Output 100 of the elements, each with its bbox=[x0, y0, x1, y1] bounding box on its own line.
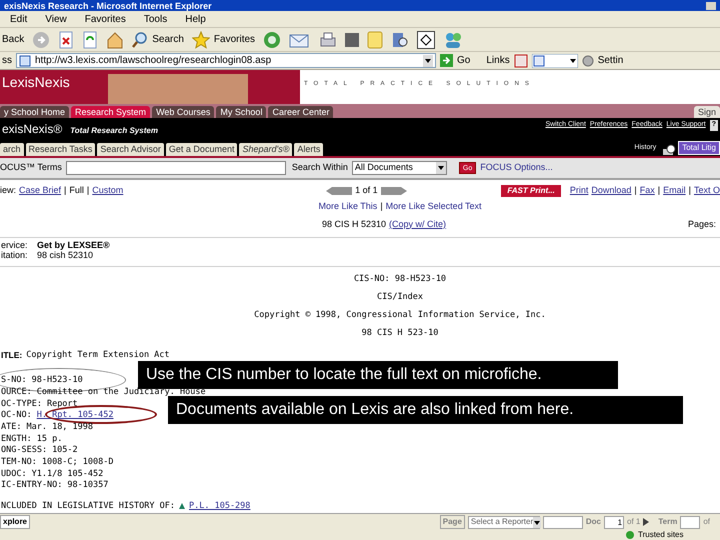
field-label: OC-TYPE: bbox=[1, 398, 42, 410]
menu-item[interactable]: Help bbox=[185, 12, 206, 26]
field-label: itation: bbox=[1, 250, 29, 260]
field-value: 98 cish 52310 bbox=[37, 250, 94, 260]
back-button[interactable]: Back bbox=[2, 32, 24, 47]
action-link[interactable]: Email bbox=[663, 184, 686, 198]
field-value: Y1.1/8 105-452 bbox=[32, 468, 104, 480]
previous-arrow-icon[interactable] bbox=[326, 187, 352, 195]
select-value: Select a Reporter bbox=[470, 516, 534, 528]
title-label: ITLE: bbox=[1, 349, 22, 362]
go-arrow-icon bbox=[440, 54, 453, 67]
research-tab[interactable]: Search Advisor bbox=[97, 143, 164, 156]
callout-text: Use the CIS number to locate the full text on microfiche. bbox=[138, 361, 618, 389]
stop-icon[interactable] bbox=[58, 30, 74, 48]
reporter-select[interactable]: Select a Reporter bbox=[468, 516, 540, 528]
window-title: exisNexis Research - Microsoft Internet Explorer bbox=[4, 0, 212, 10]
sign-tab[interactable]: Sign bbox=[694, 106, 720, 118]
nav-tab[interactable]: My School bbox=[216, 106, 266, 118]
research-tab[interactable]: arch bbox=[0, 143, 24, 156]
term-count-text: of bbox=[703, 516, 711, 528]
research-tab[interactable]: Alerts bbox=[294, 143, 324, 156]
action-link[interactable]: Fax bbox=[640, 184, 655, 198]
document-header-text: 98 CIS H 523-10 bbox=[362, 327, 438, 339]
more-like-link[interactable]: More Like Selected Text bbox=[386, 200, 482, 214]
address-label: ss bbox=[2, 54, 12, 68]
document-header-text: CIS-NO: 98-H523-10 bbox=[354, 273, 446, 285]
go-button[interactable]: Go bbox=[440, 53, 470, 68]
field-value: 15 p. bbox=[36, 432, 62, 446]
research-tab[interactable]: Research Tasks bbox=[26, 143, 96, 156]
action-link[interactable]: Print bbox=[570, 184, 588, 198]
nav-tab[interactable]: Web Courses bbox=[152, 106, 214, 118]
minimize-button[interactable] bbox=[706, 2, 716, 10]
square-icon[interactable] bbox=[345, 32, 360, 46]
settings-label[interactable]: Settin bbox=[598, 53, 624, 68]
nav-tab[interactable]: Career Center bbox=[268, 106, 334, 118]
people-icon[interactable] bbox=[443, 30, 464, 48]
next-doc-icon[interactable] bbox=[643, 518, 650, 526]
field-label: OC-NO: bbox=[1, 409, 32, 422]
more-like-link[interactable]: More Like This bbox=[318, 200, 378, 214]
document-header-text: CIS/Index bbox=[376, 291, 424, 303]
address-field[interactable]: http://w3.lexis.com/lawschoolreg/researchlogin08.asp bbox=[16, 53, 436, 68]
links-label[interactable]: Links bbox=[486, 53, 510, 68]
research-tab[interactable]: Shepard's® bbox=[239, 143, 292, 156]
focus-terms-label: OCUS™ Terms bbox=[0, 161, 62, 174]
field-value: 105-2 bbox=[52, 444, 78, 458]
separator-text: | bbox=[380, 200, 383, 213]
research-tab[interactable]: Get a Document bbox=[166, 143, 238, 156]
field-value: 98-H523-10 bbox=[32, 374, 83, 387]
menu-item[interactable]: View bbox=[45, 12, 67, 26]
total-litigator-button[interactable]: Total Litig bbox=[678, 141, 720, 155]
note-icon[interactable] bbox=[367, 30, 384, 48]
nav-tab[interactable]: Research System bbox=[71, 106, 150, 118]
view-label: iew: bbox=[0, 184, 16, 198]
check-icon bbox=[626, 531, 634, 539]
next-arrow-icon[interactable] bbox=[380, 187, 407, 195]
select-value: All Documents bbox=[354, 161, 413, 174]
field-value: Mar. 18, 1998 bbox=[26, 420, 94, 434]
field-label: S-NO: bbox=[1, 374, 27, 387]
pages-label: Pages: bbox=[688, 218, 717, 231]
separator-text: | bbox=[86, 184, 90, 198]
document-link[interactable]: H. Rpt. 105-452 bbox=[36, 409, 114, 422]
refresh-icon[interactable] bbox=[82, 30, 98, 48]
view-link[interactable]: Full bbox=[69, 184, 84, 198]
doc-count-text: of 1 bbox=[627, 516, 640, 528]
menu-item[interactable]: Favorites bbox=[84, 12, 126, 26]
focus-terms-field[interactable] bbox=[66, 161, 286, 175]
page-icon bbox=[19, 54, 31, 66]
printer-icon[interactable] bbox=[319, 30, 338, 48]
action-link[interactable]: Text O bbox=[694, 184, 720, 198]
history-icon[interactable] bbox=[662, 144, 676, 156]
brand-text: exisNexis® bbox=[2, 121, 62, 138]
copy-cite-link[interactable]: (Copy w/ Cite) bbox=[389, 218, 446, 231]
page-number-field[interactable] bbox=[542, 516, 583, 528]
term-number-field[interactable] bbox=[680, 516, 700, 528]
field-value: 98-10357 bbox=[67, 479, 108, 492]
fast-print-button[interactable]: FAST Print... bbox=[501, 185, 561, 197]
url-text: http://w3.lexis.com/lawschoolreg/researchlogin08.asp bbox=[35, 54, 272, 68]
field-value: Report bbox=[46, 398, 78, 410]
legislative-history-label: NCLUDED IN LEGISLATIVE HISTORY OF: bbox=[1, 500, 175, 512]
pdf-icon[interactable] bbox=[514, 54, 528, 68]
view-link[interactable]: Custom bbox=[92, 184, 124, 198]
separator-text: | bbox=[634, 184, 637, 198]
envelope-icon[interactable] bbox=[289, 32, 312, 48]
search-within-select[interactable]: All Documents bbox=[352, 161, 447, 175]
favorites-button[interactable]: Favorites bbox=[192, 30, 256, 48]
explore-button[interactable]: xplore bbox=[0, 515, 30, 529]
field-label: TEM-NO: bbox=[1, 456, 37, 469]
legislative-history-link[interactable]: P.L. 105-298 bbox=[189, 500, 250, 512]
nav-tab[interactable]: y School Home bbox=[0, 106, 70, 118]
google-toolbar-icon[interactable] bbox=[532, 54, 578, 68]
field-label: OURCE: bbox=[1, 386, 32, 399]
search-button[interactable]: Search bbox=[132, 32, 184, 48]
menu-item[interactable]: Tools bbox=[144, 12, 168, 26]
home-icon[interactable] bbox=[106, 30, 124, 48]
focus-options-link[interactable]: FOCUS Options... bbox=[480, 161, 553, 175]
action-link[interactable]: Download bbox=[591, 184, 632, 198]
field-label: IC-ENTRY-NO: bbox=[1, 479, 62, 492]
menu-item[interactable]: Edit bbox=[10, 12, 28, 26]
view-link[interactable]: Case Brief bbox=[19, 184, 62, 198]
doc-number-field[interactable]: 1 bbox=[604, 516, 624, 528]
